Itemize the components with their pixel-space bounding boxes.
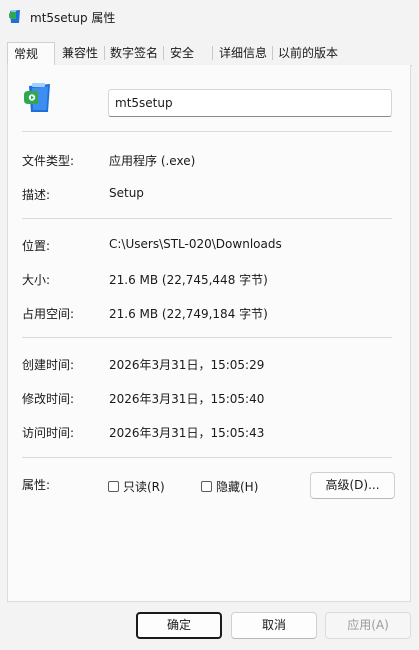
cancel-button[interactable]: 取消 — [231, 612, 317, 639]
advanced-button[interactable]: 高级(D)... — [310, 472, 395, 499]
tab-separator — [163, 46, 164, 60]
description-value: Setup — [109, 186, 144, 200]
divider — [22, 131, 392, 132]
accessed-label: 访问时间: — [22, 426, 75, 440]
tab-bar: 常规 兼容性 数字签名 安全 详细信息 以前的版本 — [7, 42, 412, 66]
installer-app-icon — [9, 10, 20, 23]
modified-label: 修改时间: — [22, 392, 75, 406]
accessed-value: 2026年3月31日，15:05:43 — [109, 426, 265, 440]
modified-value: 2026年3月31日，15:05:40 — [109, 392, 265, 406]
tab-previous-versions[interactable]: 以前的版本 — [278, 42, 338, 64]
tab-details[interactable]: 详细信息 — [219, 42, 267, 64]
size-on-disk-label: 占用空间: — [22, 307, 75, 321]
tab-separator — [272, 46, 273, 60]
apply-button[interactable]: 应用(A) — [325, 612, 411, 639]
readonly-checkbox-label: 只读(R) — [123, 479, 165, 494]
general-tab-panel — [7, 65, 411, 602]
hidden-checkbox[interactable]: 隐藏(H) — [201, 478, 258, 494]
checkbox-box[interactable] — [108, 480, 119, 492]
hidden-checkbox-label: 隐藏(H) — [216, 479, 259, 494]
size-label: 大小: — [22, 273, 51, 287]
created-label: 创建时间: — [22, 358, 75, 372]
location-value: C:\Users\STL-020\Downloads — [109, 237, 282, 251]
installer-file-icon — [24, 83, 50, 112]
tab-compatibility[interactable]: 兼容性 — [62, 42, 98, 64]
location-label: 位置: — [22, 239, 51, 253]
ok-button[interactable]: 确定 — [136, 612, 222, 639]
file-type-value: 应用程序 (.exe) — [109, 154, 196, 168]
size-value: 21.6 MB (22,745,448 字节) — [109, 273, 268, 287]
description-label: 描述: — [22, 188, 51, 202]
created-value: 2026年3月31日，15:05:29 — [109, 358, 265, 372]
attributes-label: 属性: — [22, 478, 51, 492]
size-on-disk-value: 21.6 MB (22,749,184 字节) — [109, 307, 268, 321]
divider — [22, 337, 392, 338]
divider — [22, 457, 392, 458]
tab-separator — [104, 46, 105, 60]
divider — [22, 218, 392, 219]
tab-security[interactable]: 安全 — [170, 42, 194, 64]
tab-digital-signatures[interactable]: 数字签名 — [110, 42, 158, 64]
readonly-checkbox[interactable]: 只读(R) — [108, 478, 165, 494]
tab-separator — [212, 46, 213, 60]
title-bar[interactable]: mt5setup 属性 — [0, 0, 419, 34]
file-type-label: 文件类型: — [22, 154, 75, 168]
window-title: mt5setup 属性 — [30, 11, 116, 25]
file-name-input[interactable] — [108, 89, 392, 117]
tab-general[interactable]: 常规 — [7, 42, 55, 66]
checkbox-box[interactable] — [201, 480, 212, 492]
